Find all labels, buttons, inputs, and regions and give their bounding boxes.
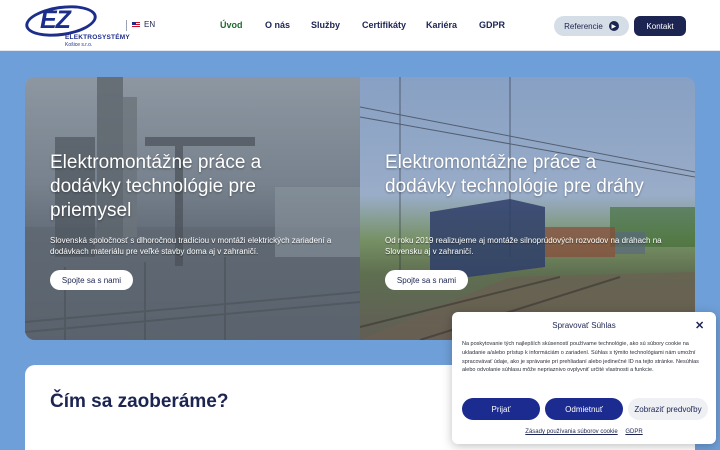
nav-item-o-nas[interactable]: O nás — [265, 20, 290, 30]
nav-item-sluzby[interactable]: Služby — [311, 20, 340, 30]
language-switcher[interactable]: EN — [132, 20, 155, 29]
logo-name: ELEKTROSYSTÉMY — [65, 34, 130, 41]
hero-railways-title: Elektromontážne práce a dodávky technoló… — [385, 152, 644, 197]
services-heading: Čím sa zaoberáme? — [50, 391, 229, 412]
nav-item-uvod[interactable]: Úvod — [220, 20, 243, 30]
close-icon[interactable]: ✕ — [695, 319, 704, 332]
deny-cookies-button[interactable]: Odmietnuť — [545, 398, 623, 420]
logo-mark: EZ — [40, 6, 71, 34]
hero-railways-text: Od roku 2019 realizujeme aj montáže siln… — [385, 236, 662, 256]
uk-flag-icon — [132, 21, 140, 28]
site-header: EZ ELEKTROSYSTÉMY Košice s.r.o. EN Úvod … — [0, 0, 720, 51]
references-button[interactable]: Referencie ▶ — [554, 16, 629, 36]
nav-item-gdpr[interactable]: GDPR — [479, 20, 505, 30]
view-preferences-button[interactable]: Zobraziť predvoľby — [628, 398, 708, 420]
gdpr-link[interactable]: GDPR — [625, 429, 642, 435]
contact-button[interactable]: Kontakt — [634, 16, 686, 36]
cookie-policy-link[interactable]: Zásady používania súborov cookie — [525, 429, 617, 435]
cookie-dialog-text: Na poskytovanie tých najlepších skúsenos… — [462, 341, 699, 374]
language-label: EN — [144, 20, 156, 29]
language-divider — [126, 20, 127, 31]
nav-item-kariera[interactable]: Kariéra — [426, 20, 457, 30]
logo-subtitle: Košice s.r.o. — [65, 42, 93, 48]
hero-panel-railways: Elektromontážne práce a dodávky technoló… — [360, 77, 695, 340]
company-logo[interactable]: EZ ELEKTROSYSTÉMY Košice s.r.o. — [22, 1, 130, 48]
nav-item-certifikaty[interactable]: Certifikáty — [362, 20, 406, 30]
accept-cookies-button[interactable]: Prijať — [462, 398, 540, 420]
cookie-consent-dialog: Spravovať Súhlas ✕ Na poskytovanie tých … — [452, 312, 716, 444]
hero-industry-title: Elektromontážne práce a dodávky technoló… — [50, 152, 262, 221]
railway-photo — [360, 77, 695, 340]
hero-railways-contact-button[interactable]: Spojte sa s nami — [385, 270, 468, 290]
cookie-links: Zásady používania súborov cookie GDPR — [452, 429, 716, 435]
references-label: Referencie — [564, 21, 603, 31]
hero-industry-text: Slovenská spoločnosť s dlhoročnou tradíc… — [50, 236, 332, 256]
hero-industry-contact-button[interactable]: Spojte sa s nami — [50, 270, 133, 290]
arrow-right-circle-icon: ▶ — [608, 21, 619, 31]
hero-panel-industry: Elektromontážne práce a dodávky technoló… — [25, 77, 360, 340]
hero-banner: Elektromontážne práce a dodávky technoló… — [25, 77, 695, 340]
cookie-dialog-title: Spravovať Súhlas — [552, 321, 616, 330]
